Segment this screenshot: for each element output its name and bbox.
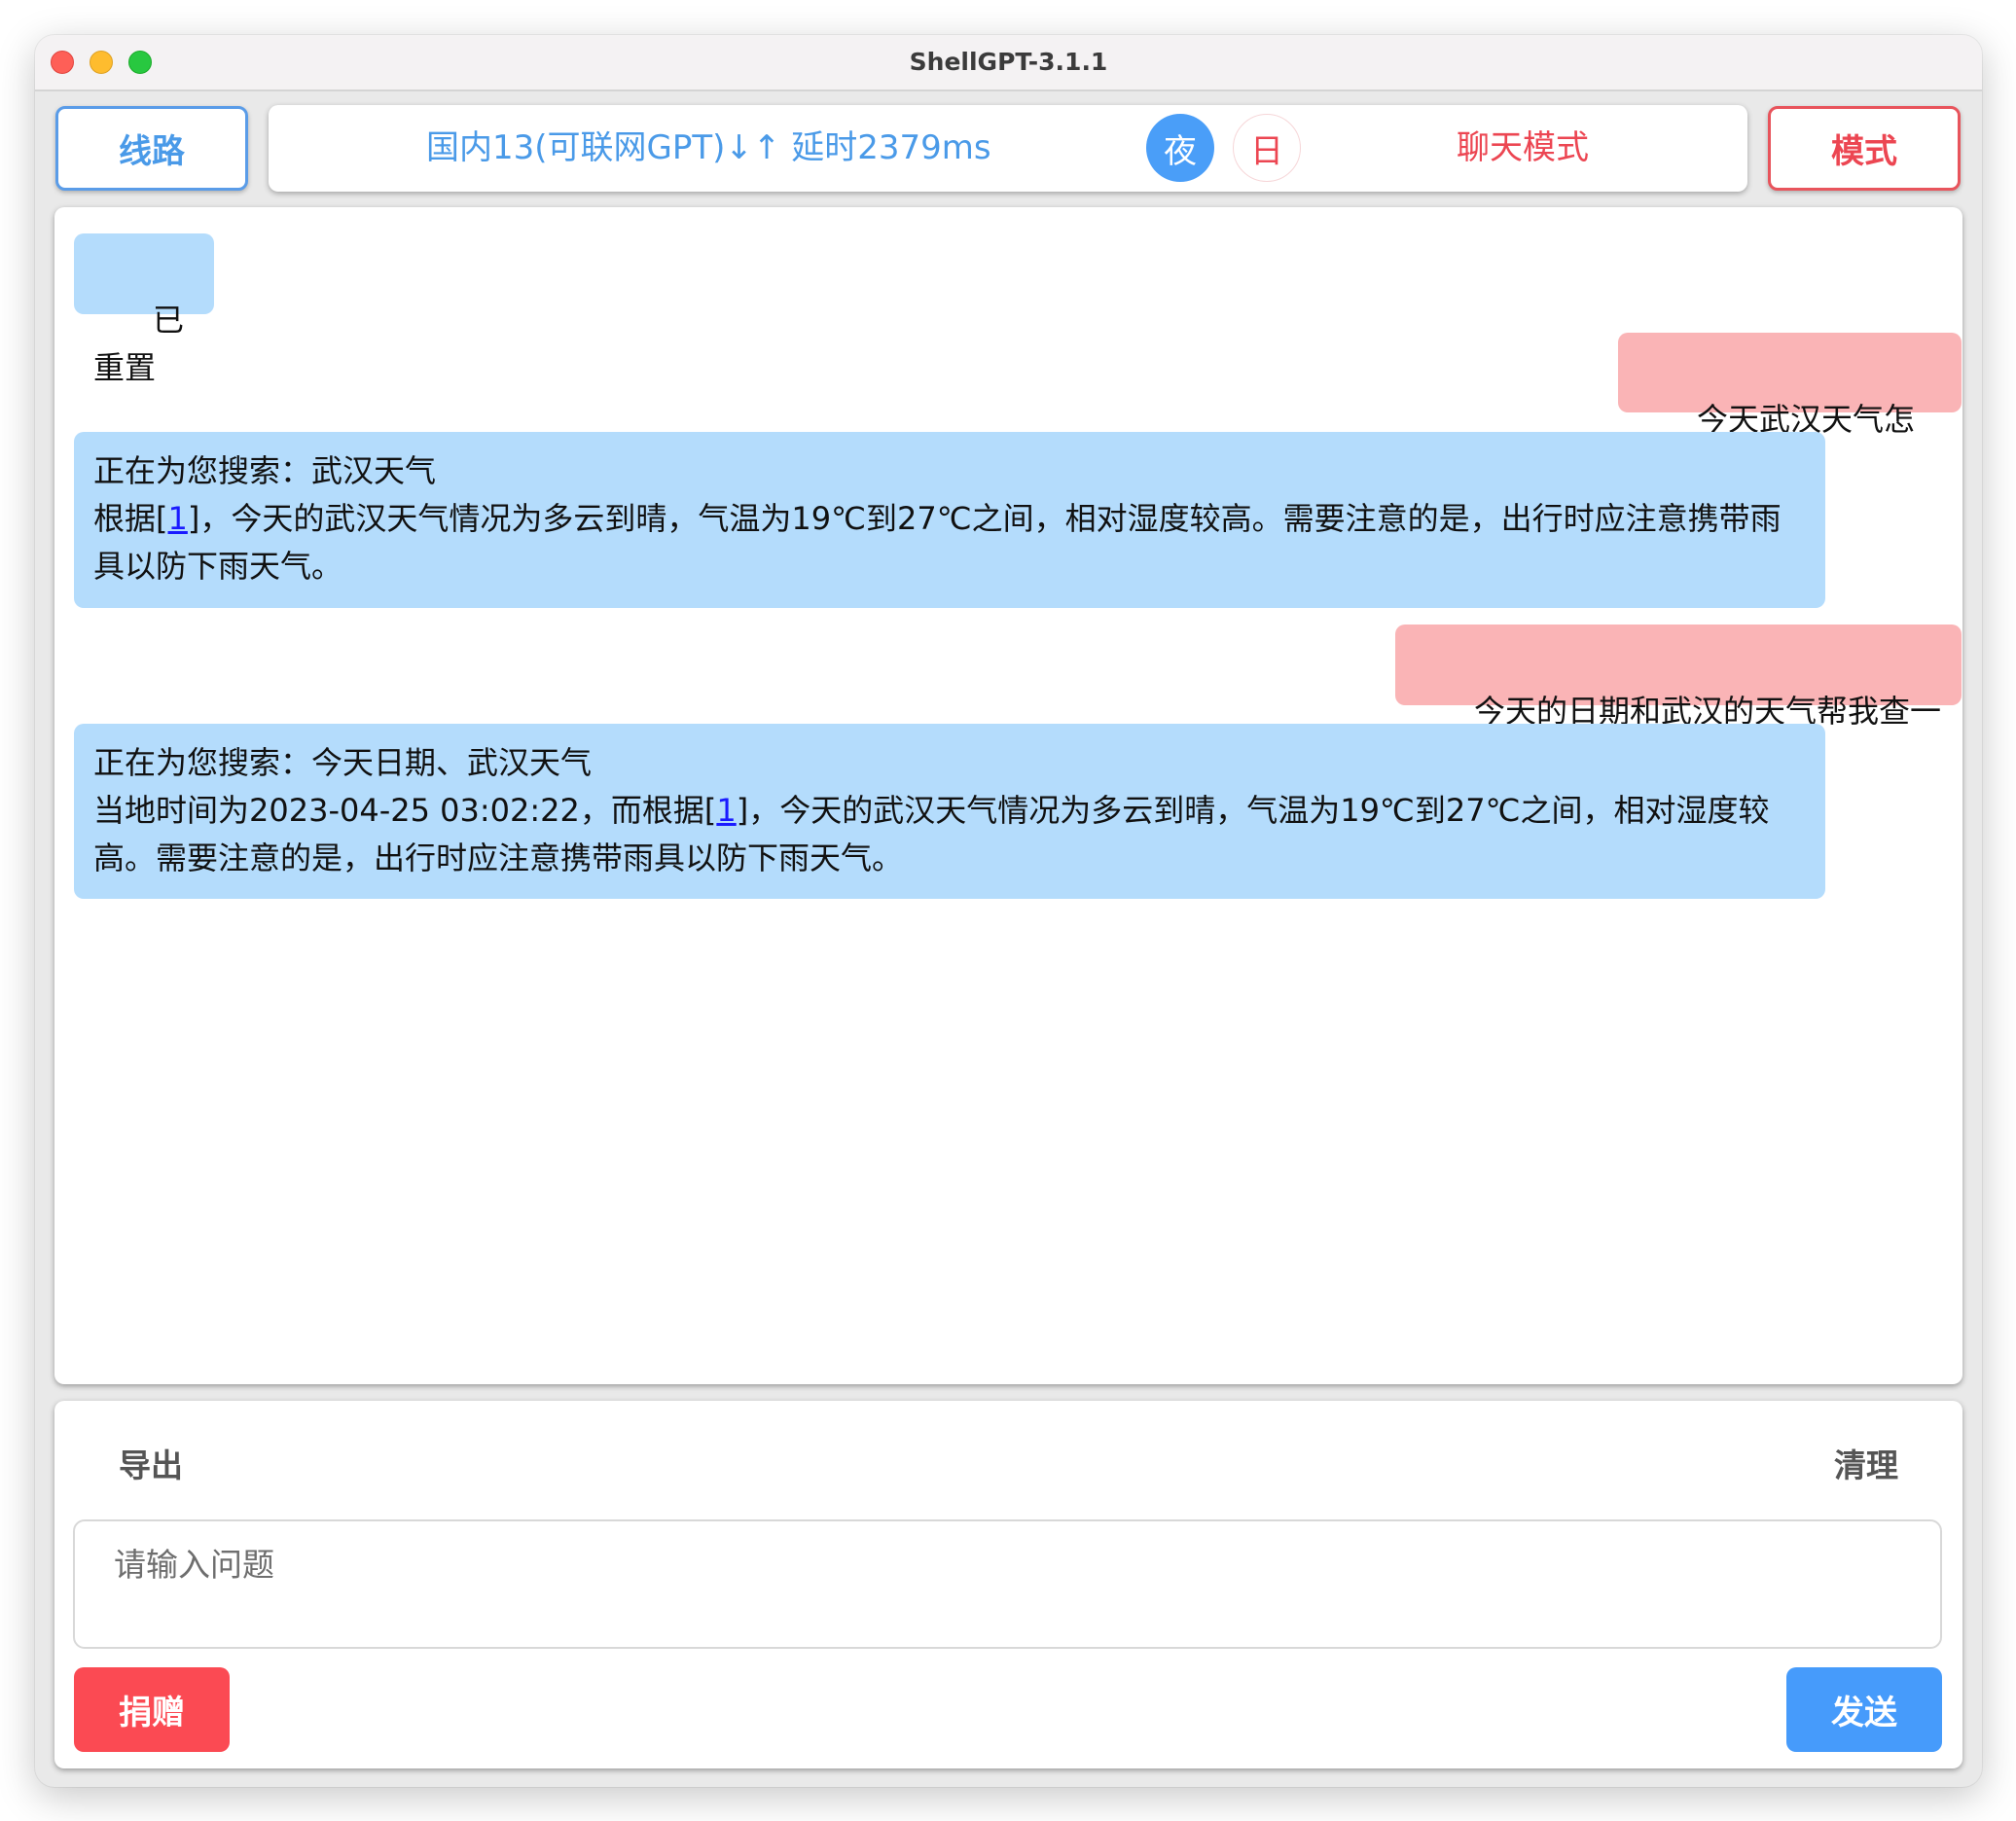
window-title: ShellGPT-3.1.1 xyxy=(909,48,1108,76)
route-button[interactable]: 线路 xyxy=(55,106,248,191)
reference-link[interactable]: 1 xyxy=(168,500,188,537)
reference-link[interactable]: 1 xyxy=(716,792,736,829)
current-mode-label: 聊天模式 xyxy=(1457,128,1589,167)
route-status[interactable]: 国内13(可联网GPT)↓↑ 延时2379ms xyxy=(426,105,991,192)
search-status-text: 正在为您搜索：今天日期、武汉天气 xyxy=(93,744,593,781)
night-theme-button[interactable]: 夜 xyxy=(1146,114,1214,182)
chat-history[interactable]: 已重置 今天武汉天气怎么样 正在为您搜索：武汉天气 根据[1]，今天的武汉天气情… xyxy=(54,207,1962,1384)
message-text: 根据[ xyxy=(93,500,168,537)
search-status-text: 正在为您搜索：武汉天气 xyxy=(93,452,437,489)
question-input[interactable] xyxy=(73,1519,1942,1649)
message-text: 当地时间为2023-04-25 03:02:22，而根据[ xyxy=(93,792,717,829)
user-message: 今天的日期和武汉的天气帮我查一下 xyxy=(1395,625,1962,777)
send-button[interactable]: 发送 xyxy=(1786,1667,1942,1752)
title-bar: ShellGPT-3.1.1 xyxy=(35,35,1982,91)
user-message: 今天武汉天气怎么样 xyxy=(1618,333,1962,485)
day-theme-button[interactable]: 日 xyxy=(1233,114,1301,182)
donate-button[interactable]: 捐赠 xyxy=(74,1667,230,1752)
bot-message: 已重置 xyxy=(74,233,214,386)
message-text: ]，今天的武汉天气情况为多云到晴，气温为19℃到27℃之间，相对湿度较高。需要注… xyxy=(93,500,1782,585)
status-panel: 国内13(可联网GPT)↓↑ 延时2379ms 夜 日 聊天模式 xyxy=(269,105,1747,192)
bot-message: 正在为您搜索：今天日期、武汉天气 当地时间为2023-04-25 03:02:2… xyxy=(74,724,1825,899)
clear-button[interactable]: 清理 xyxy=(1834,1440,1898,1486)
export-button[interactable]: 导出 xyxy=(119,1440,183,1486)
input-panel: 导出 清理 捐赠 发送 xyxy=(54,1401,1962,1768)
app-window: ShellGPT-3.1.1 线路 国内13(可联网GPT)↓↑ 延时2379m… xyxy=(35,35,1982,1787)
message-text: 已重置 xyxy=(93,302,185,386)
bot-message: 正在为您搜索：武汉天气 根据[1]，今天的武汉天气情况为多云到晴，气温为19℃到… xyxy=(74,432,1825,608)
mode-button[interactable]: 模式 xyxy=(1768,106,1961,191)
